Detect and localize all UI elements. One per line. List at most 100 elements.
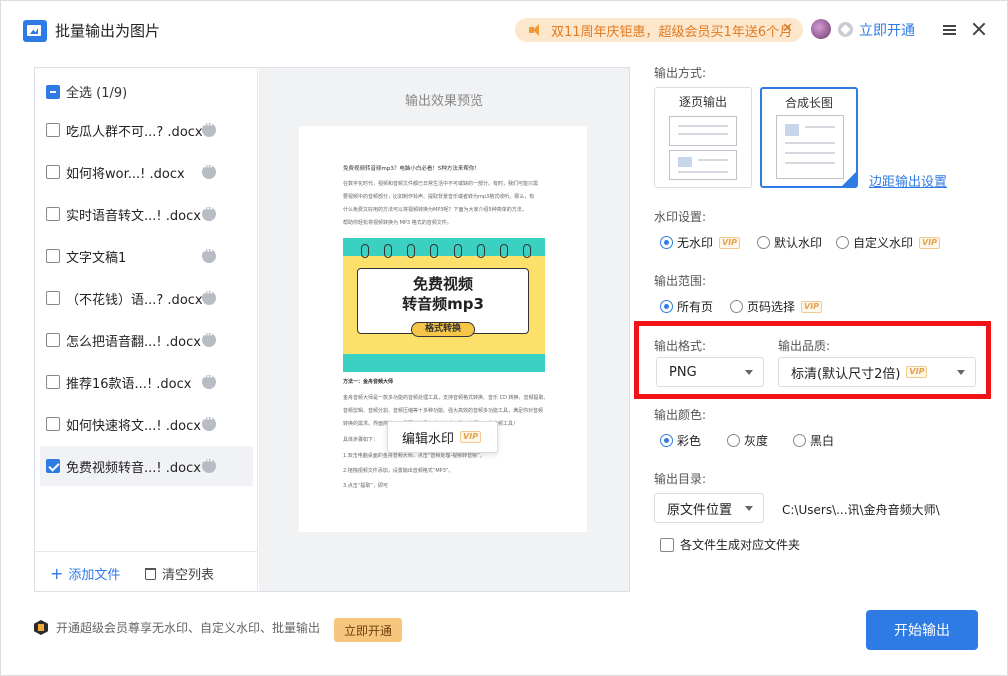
file-checkbox[interactable]	[46, 123, 60, 137]
chevron-down-icon	[745, 370, 753, 375]
color-full-radio[interactable]: 彩色	[660, 432, 701, 449]
file-checkbox[interactable]	[46, 291, 60, 305]
file-checkbox[interactable]	[46, 165, 60, 179]
file-name: 如何快速将文...! .docx	[66, 418, 201, 434]
vip-badge: VIP	[919, 236, 941, 249]
mode-long-image-option[interactable]: 合成长图	[760, 87, 858, 188]
range-all-label: 所有页	[677, 300, 714, 314]
color-label: 输出颜色:	[654, 408, 707, 422]
file-checkbox[interactable]	[46, 249, 60, 263]
poster-badge: 格式转换	[411, 322, 475, 337]
poster-title-line: 转音频mp3	[402, 295, 484, 313]
trash-icon	[145, 567, 156, 580]
watermark-none-label: 无水印	[677, 236, 714, 250]
radio-checked-icon	[660, 236, 673, 249]
open-vip-button[interactable]: 立即开通	[334, 618, 402, 642]
clear-list-button[interactable]: 清空列表	[145, 564, 214, 583]
dir-label: 输出目录:	[654, 472, 707, 486]
vip-tip: 开通超级会员尊享无水印、自定义水印、批量输出	[34, 619, 320, 636]
watermark-none-radio[interactable]: 无水印 VIP	[660, 234, 741, 251]
color-gray-radio[interactable]: 灰度	[727, 432, 768, 449]
file-list: 全选 (1/9) 吃瓜人群不可...? .docx 如何将wor...! .do…	[35, 68, 258, 591]
more-icon[interactable]	[202, 247, 216, 263]
open-vip-link[interactable]: 立即开通	[859, 20, 915, 40]
radio-checked-icon	[660, 434, 673, 447]
file-item[interactable]: 如何快速将文...! .docx	[40, 404, 253, 444]
more-icon[interactable]	[202, 289, 216, 305]
range-all-radio[interactable]: 所有页	[660, 298, 713, 315]
poster-title: 免费视频 转音频mp3	[357, 274, 529, 314]
subfolder-checkbox[interactable]: 各文件生成对应文件夹	[660, 536, 800, 553]
vip-badge: VIP	[906, 366, 928, 378]
edit-watermark-button[interactable]: 编辑水印 VIP	[387, 421, 498, 453]
plus-icon: +	[50, 564, 64, 583]
dialog-title: 批量输出为图片	[55, 22, 161, 40]
start-export-button[interactable]: 开始输出	[866, 610, 978, 650]
file-name: （不花钱）语...? .docx	[66, 292, 203, 308]
close-icon[interactable]	[972, 22, 986, 36]
file-item[interactable]: （不花钱）语...? .docx	[40, 278, 253, 318]
more-icon[interactable]	[202, 163, 216, 179]
doc-line: 要视频中的音频部分，比如制作铃声、提取背景音乐或者转为mp3格式收听。那么，有	[343, 194, 535, 200]
radio-icon	[836, 236, 849, 249]
add-file-button[interactable]: + 添加文件	[50, 564, 120, 583]
file-name: 文字文稿1	[66, 250, 127, 266]
file-item[interactable]: 文字文稿1	[40, 236, 253, 276]
close-promo-icon[interactable]: ✕	[782, 21, 793, 36]
poster-stripe	[343, 354, 545, 372]
file-item[interactable]: 推荐16款语...! .docx	[40, 362, 253, 402]
margin-settings-link[interactable]: 边距输出设置	[869, 171, 947, 190]
file-item-selected[interactable]: 免费视频转音...! .docx	[40, 446, 253, 486]
watermark-custom-radio[interactable]: 自定义水印 VIP	[836, 234, 941, 251]
format-select[interactable]: PNG	[656, 357, 764, 387]
preview-title: 输出效果预览	[404, 94, 483, 109]
title-bar: 批量输出为图片 双11周年庆钜惠，超级会员买1年送6个月 ✕ 立即开通	[1, 1, 1007, 59]
doc-line: 在数字化时代，视频和音频文件都已日常生活中不可或缺的一部分。有时，我们可能只需	[343, 181, 539, 187]
menu-icon[interactable]	[943, 25, 956, 35]
file-checkbox[interactable]	[46, 459, 60, 473]
file-item[interactable]: 实时语音转文...! .docx	[40, 194, 253, 234]
more-icon[interactable]	[202, 373, 216, 389]
select-all[interactable]: 全选 (1/9)	[46, 82, 127, 101]
doc-line: 免费视频转音频mp3？电脑小白必看！5种方法来帮你！	[343, 166, 480, 172]
left-panel: 全选 (1/9) 吃瓜人群不可...? .docx 如何将wor...! .do…	[34, 67, 630, 592]
more-icon[interactable]	[202, 457, 216, 473]
watermark-default-radio[interactable]: 默认水印	[757, 234, 822, 251]
doc-line: 1.双击电脑桌面的金舟音频大师，点击“音频处理-视频转音频”。	[343, 453, 485, 459]
vip-diamond-icon	[838, 22, 853, 37]
more-icon[interactable]	[202, 205, 216, 221]
file-name: 推荐16款语...! .docx	[66, 376, 192, 392]
doc-line: 方法一：金舟音频大师	[343, 379, 394, 385]
file-checkbox[interactable]	[46, 207, 60, 221]
range-pages-radio[interactable]: 页码选择 VIP	[730, 298, 823, 315]
color-full-label: 彩色	[677, 434, 702, 448]
vip-badge: VIP	[801, 300, 823, 313]
file-item[interactable]: 吃瓜人群不可...? .docx	[40, 110, 253, 150]
page-thumb-icon	[669, 150, 737, 180]
select-all-checkbox[interactable]	[46, 84, 60, 99]
more-icon[interactable]	[202, 121, 216, 137]
file-item[interactable]: 怎么把语音翻...! .docx	[40, 320, 253, 360]
doc-line: 帮助你轻松将视频转换为 MP3 格式的音频文件。	[343, 220, 452, 226]
file-checkbox[interactable]	[46, 333, 60, 347]
image-export-icon	[23, 20, 47, 42]
file-checkbox[interactable]	[46, 417, 60, 431]
preview-page: 免费视频转音频mp3？电脑小白必看！5种方法来帮你！ 在数字化时代，视频和音频文…	[299, 126, 587, 532]
promo-banner[interactable]: 双11周年庆钜惠，超级会员买1年送6个月 ✕	[515, 18, 803, 42]
vip-tip-text: 开通超级会员尊享无水印、自定义水印、批量输出	[56, 621, 321, 635]
file-item[interactable]: 如何将wor...! .docx	[40, 152, 253, 192]
more-icon[interactable]	[202, 415, 216, 431]
output-dir-path: C:\Users\...讯\金舟音频大师\	[782, 503, 940, 517]
more-icon[interactable]	[202, 331, 216, 347]
mode-long-label: 合成长图	[784, 96, 833, 110]
doc-line: 什么免费又好用的方法可以将视频转换为MP3呢？下面为大家介绍5种简单的方法，	[343, 207, 527, 213]
file-checkbox[interactable]	[46, 375, 60, 389]
edit-watermark-label: 编辑水印	[402, 431, 455, 447]
mode-page-option[interactable]: 逐页输出	[654, 87, 752, 188]
quality-select[interactable]: 标清(默认尺寸2倍) VIP	[778, 357, 976, 387]
output-dir-select[interactable]: 原文件位置	[654, 493, 764, 523]
color-bw-label: 黑白	[810, 434, 835, 448]
color-bw-radio[interactable]: 黑白	[793, 432, 834, 449]
avatar[interactable]	[811, 19, 831, 39]
doc-line: 音频剪辑、音频分割、音频压缩等十多种功能。强大高效的音频多功能工具，满足你对音频	[343, 408, 544, 414]
